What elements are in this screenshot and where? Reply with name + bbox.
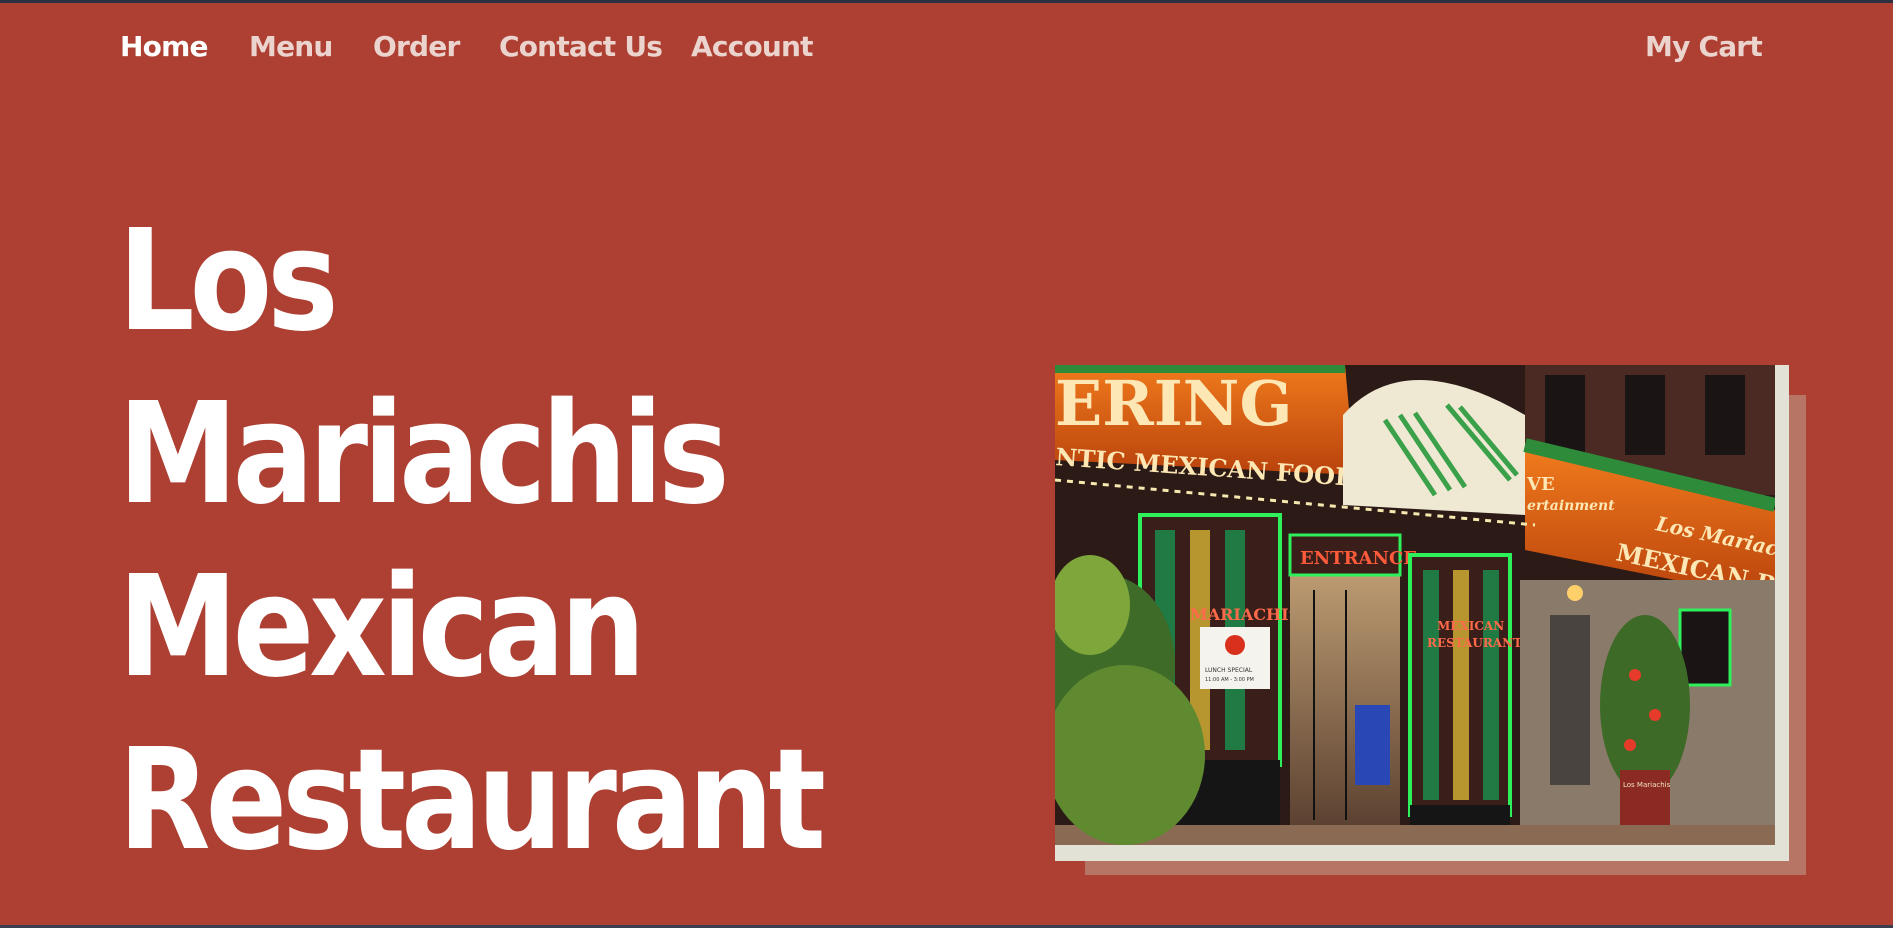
- door-frame: [1313, 590, 1315, 820]
- window-stripe: [1423, 570, 1439, 800]
- right-window-neon-text: MEXICAN: [1437, 619, 1504, 633]
- live-sign-text: VE: [1526, 474, 1555, 495]
- hero-title-line: Mariachis: [118, 373, 730, 536]
- hero-title-line: Restaurant: [118, 719, 826, 882]
- window-stripe: [1453, 570, 1469, 800]
- planter-pot: [1620, 770, 1670, 825]
- window: [1625, 375, 1665, 455]
- flower: [1624, 739, 1636, 751]
- window: [1545, 375, 1585, 455]
- restaurant-storefront-photo: ERING NTIC MEXICAN FOOD VE ertainment Lo…: [1055, 365, 1775, 845]
- hero-title-line: Los: [118, 200, 339, 363]
- catering-sign-text: ERING: [1055, 367, 1292, 440]
- side-door: [1550, 615, 1590, 785]
- storefront-illustration: ERING NTIC MEXICAN FOOD VE ertainment Lo…: [1055, 365, 1775, 845]
- planter-label: Los Mariachis: [1623, 781, 1671, 789]
- flower: [1649, 709, 1661, 721]
- lunch-special-text: LUNCH SPECIAL: [1205, 667, 1253, 674]
- nav-home-link[interactable]: Home: [120, 30, 208, 63]
- page-background: Home Menu Order Contact Us Account My Ca…: [0, 3, 1893, 925]
- flower: [1629, 669, 1641, 681]
- lunch-hours-text: 11:00 AM - 3:00 PM: [1205, 677, 1254, 683]
- wall-lamp: [1567, 585, 1583, 601]
- entrance-sign-text: ENTRANCE: [1300, 548, 1417, 569]
- nav-order-link[interactable]: Order: [373, 30, 460, 63]
- top-navigation: Home Menu Order Contact Us Account My Ca…: [0, 3, 1893, 97]
- window-stripe: [1483, 570, 1499, 800]
- nav-contact-link[interactable]: Contact Us: [499, 30, 663, 63]
- hero-title-line: Mexican: [118, 546, 646, 709]
- plant-foliage: [1600, 615, 1690, 795]
- nav-account-link[interactable]: Account: [691, 30, 814, 63]
- window: [1705, 375, 1745, 455]
- side-window: [1678, 608, 1732, 687]
- poster-emblem: [1225, 635, 1245, 655]
- chair: [1355, 705, 1390, 785]
- nav-cart-link[interactable]: My Cart: [1645, 30, 1763, 63]
- entertainment-sign-text: ertainment: [1527, 498, 1615, 514]
- nav-menu-link[interactable]: Menu: [249, 30, 333, 63]
- door-frame: [1345, 590, 1347, 820]
- hero-title: Los Mariachis Mexican Restaurant: [118, 195, 918, 887]
- right-window-neon-text-2: RESTAURANT: [1427, 636, 1522, 650]
- hero-photo-container: ERING NTIC MEXICAN FOOD VE ertainment Lo…: [1055, 365, 1806, 875]
- window-neon-text: MARIACHIS: [1190, 605, 1300, 624]
